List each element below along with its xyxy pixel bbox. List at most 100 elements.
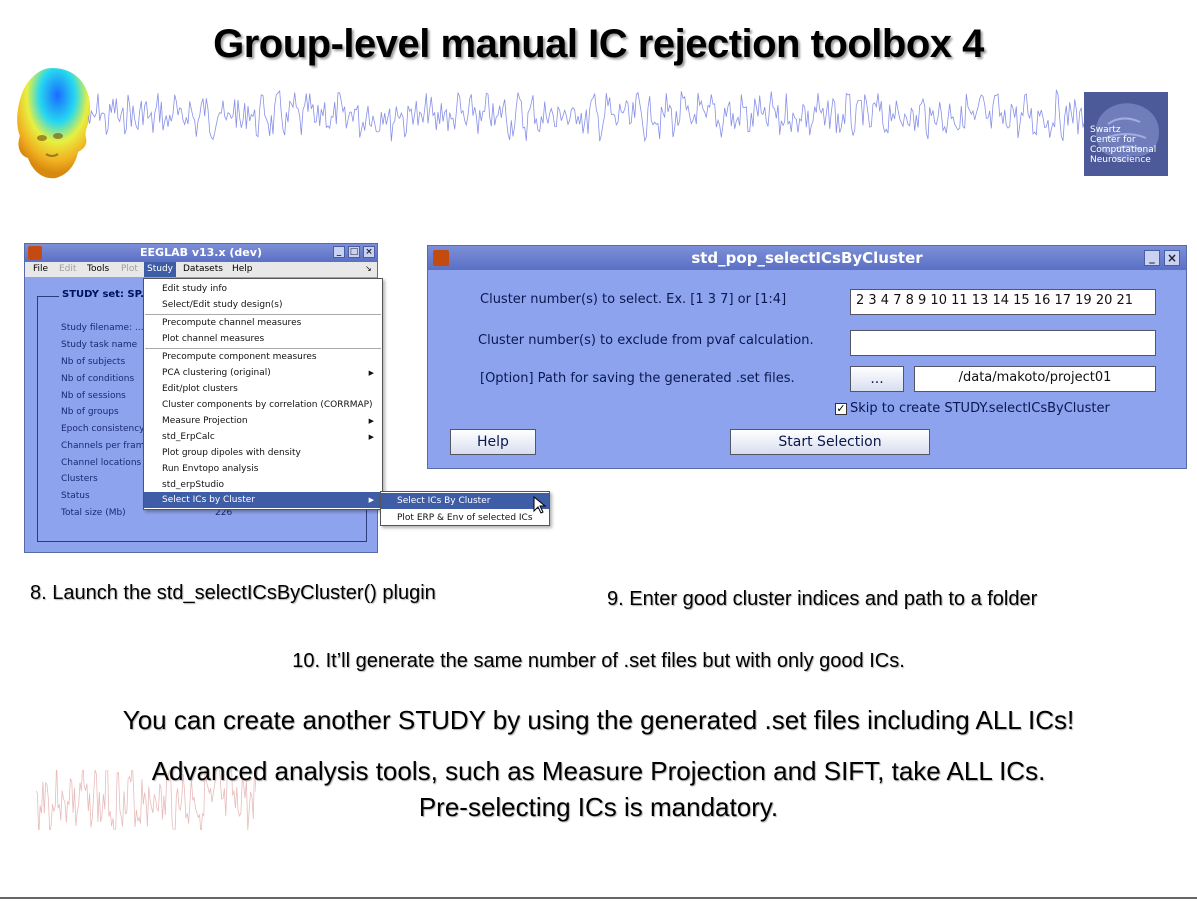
cluster-exclude-label: Cluster number(s) to exclude from pvaf c… — [478, 333, 814, 348]
study-menu: Edit study info Select/Edit study design… — [143, 278, 383, 510]
study-set-label: STUDY set: SP... — [59, 289, 155, 300]
menu-item-label: std_erpStudio — [162, 480, 225, 490]
menu-study[interactable]: Study — [144, 262, 176, 277]
select-ics-dialog: std_pop_selectICsByCluster _ × Cluster n… — [427, 245, 1187, 469]
skip-create-checkbox[interactable]: ✓ — [835, 403, 847, 415]
submenu-arrow-icon: ▶ — [368, 417, 374, 425]
menu-item-label: PCA clustering (original) — [162, 368, 271, 378]
menu-item-edit-study-info[interactable]: Edit study info — [144, 281, 382, 297]
logo-line: Swartz — [1090, 125, 1121, 135]
submenu-item-select-ics[interactable]: Select ICs By Cluster — [381, 493, 549, 509]
menu-item-study-design[interactable]: Select/Edit study design(s) — [144, 297, 382, 313]
start-selection-button[interactable]: Start Selection — [730, 429, 930, 455]
cluster-exclude-input[interactable] — [850, 330, 1156, 356]
eeglab-menubar: File Edit Tools Plot Study Datasets Help… — [25, 262, 377, 277]
menu-item-select-ics-by-cluster[interactable]: Select ICs by Cluster ▶ — [144, 492, 382, 508]
help-button[interactable]: Help — [450, 429, 536, 455]
menu-item-label: Select/Edit study design(s) — [162, 300, 283, 310]
summary-line-3: Pre-selecting ICs is mandatory. — [418, 792, 779, 822]
menu-edit[interactable]: Edit — [59, 264, 76, 274]
submenu-item-plot-erp-env[interactable]: Plot ERP & Env of selected ICs — [381, 510, 549, 526]
menu-item-corrmap[interactable]: Cluster components by correlation (CORRM… — [144, 397, 382, 413]
menu-item-label: std_ErpCalc — [162, 432, 215, 442]
menu-tools[interactable]: Tools — [87, 264, 109, 274]
study-row-label: Status — [61, 491, 90, 501]
menu-item-label: Precompute channel measures — [162, 318, 302, 328]
menu-item-envtopo[interactable]: Run Envtopo analysis — [144, 461, 382, 477]
summary-line-2: Advanced analysis tools, such as Measure… — [151, 756, 1046, 786]
study-row-label: Nb of conditions — [61, 374, 135, 384]
logo-line: Computational — [1090, 145, 1157, 155]
study-row-label: Nb of groups — [61, 407, 119, 417]
eeg-trace-decoration — [88, 89, 1088, 143]
summary-line-1: You can create another STUDY by using th… — [122, 705, 1075, 735]
study-row-label: Nb of sessions — [61, 391, 126, 401]
submenu-arrow-icon: ▶ — [368, 369, 374, 377]
study-row-label: Study task name — [61, 340, 138, 350]
menu-item-label: Select ICs By Cluster — [397, 496, 491, 506]
study-row-label: Channel locations — [61, 458, 142, 468]
browse-button[interactable]: ... — [850, 366, 904, 392]
study-row-label: Channels per frame — [61, 441, 150, 451]
close-icon[interactable]: × — [363, 246, 375, 258]
study-row-label: Nb of subjects — [61, 357, 126, 367]
eeg-head-icon — [17, 68, 91, 179]
menu-item-label: Edit study info — [162, 284, 227, 294]
study-row-label: Study filename: ... — [61, 323, 144, 333]
study-row-label: Epoch consistency — [61, 424, 145, 434]
mouse-cursor-icon — [533, 496, 547, 514]
step-9-caption: 9. Enter good cluster indices and path t… — [607, 588, 1038, 610]
menu-item-label: Plot channel measures — [162, 334, 265, 344]
cluster-select-label: Cluster number(s) to select. Ex. [1 3 7]… — [480, 292, 787, 307]
menu-item-edit-plot-clusters[interactable]: Edit/plot clusters — [144, 381, 382, 397]
menu-item-pca-clustering[interactable]: PCA clustering (original) ▶ — [144, 365, 382, 381]
menu-item-erpstudio[interactable]: std_erpStudio — [144, 477, 382, 493]
slide-title: Group-level manual IC rejection toolbox … — [213, 22, 984, 66]
logo-line: Center for — [1090, 135, 1136, 145]
dialog-title: std_pop_selectICsByCluster — [691, 249, 923, 267]
minimize-icon[interactable]: _ — [1144, 250, 1160, 266]
study-row-label: Clusters — [61, 474, 98, 484]
menu-plot[interactable]: Plot — [121, 264, 138, 274]
menu-item-label: Plot group dipoles with density — [162, 448, 301, 458]
save-path-label: [Option] Path for saving the generated .… — [480, 371, 795, 386]
save-path-input[interactable]: /data/makoto/project01 — [914, 366, 1156, 392]
menu-file[interactable]: File — [33, 264, 48, 274]
menu-item-precompute-component[interactable]: Precompute component measures — [144, 349, 382, 365]
step-10-caption: 10. It’ll generate the same number of .s… — [292, 650, 905, 672]
study-row-label: Total size (Mb) — [61, 508, 126, 518]
menu-item-measure-projection[interactable]: Measure Projection ▶ — [144, 413, 382, 429]
logo-line: Neuroscience — [1090, 155, 1151, 165]
skip-create-label: Skip to create STUDY.selectICsByCluster — [850, 401, 1110, 416]
menu-item-plot-dipoles[interactable]: Plot group dipoles with density — [144, 445, 382, 461]
dialog-titlebar[interactable]: std_pop_selectICsByCluster _ × — [428, 246, 1186, 270]
menu-item-label: Measure Projection — [162, 416, 248, 426]
sccn-logo: Swartz Center for Computational Neurosci… — [1084, 92, 1168, 176]
step-8-caption: 8. Launch the std_selectICsByCluster() p… — [30, 582, 436, 604]
menu-help[interactable]: Help — [232, 264, 253, 274]
cluster-select-input[interactable]: 2 3 4 7 8 9 10 11 13 14 15 16 17 19 20 2… — [850, 289, 1156, 315]
matlab-icon — [28, 246, 42, 260]
submenu-arrow-icon: ▶ — [368, 433, 374, 441]
menu-item-label: Select ICs by Cluster — [162, 495, 255, 505]
slide-bottom-border — [0, 897, 1197, 899]
menu-item-label: Precompute component measures — [162, 352, 317, 362]
menu-datasets[interactable]: Datasets — [183, 264, 223, 274]
menu-item-label: Cluster components by correlation (CORRM… — [162, 400, 373, 410]
select-ics-submenu: Select ICs By Cluster Plot ERP & Env of … — [380, 491, 550, 526]
close-icon[interactable]: × — [1164, 250, 1180, 266]
menu-item-plot-channel[interactable]: Plot channel measures — [144, 331, 382, 347]
eeglab-window-title: EEGLAB v13.x (dev) — [140, 246, 262, 259]
menu-item-label: Run Envtopo analysis — [162, 464, 259, 474]
menu-item-label: Plot ERP & Env of selected ICs — [397, 513, 533, 523]
minimize-icon[interactable]: _ — [333, 246, 345, 258]
menu-item-std-erpcalc[interactable]: std_ErpCalc ▶ — [144, 429, 382, 445]
eeg-trace-line — [88, 89, 1088, 143]
menu-item-label: Edit/plot clusters — [162, 384, 238, 394]
maximize-icon[interactable]: □ — [348, 246, 360, 258]
eeglab-titlebar[interactable]: EEGLAB v13.x (dev) _ □ × — [25, 244, 377, 262]
menu-item-precompute-channel[interactable]: Precompute channel measures — [144, 315, 382, 331]
submenu-arrow-icon: ▶ — [368, 496, 374, 504]
menubar-overflow-icon[interactable]: ↘ — [365, 264, 372, 273]
matlab-icon — [433, 250, 449, 266]
